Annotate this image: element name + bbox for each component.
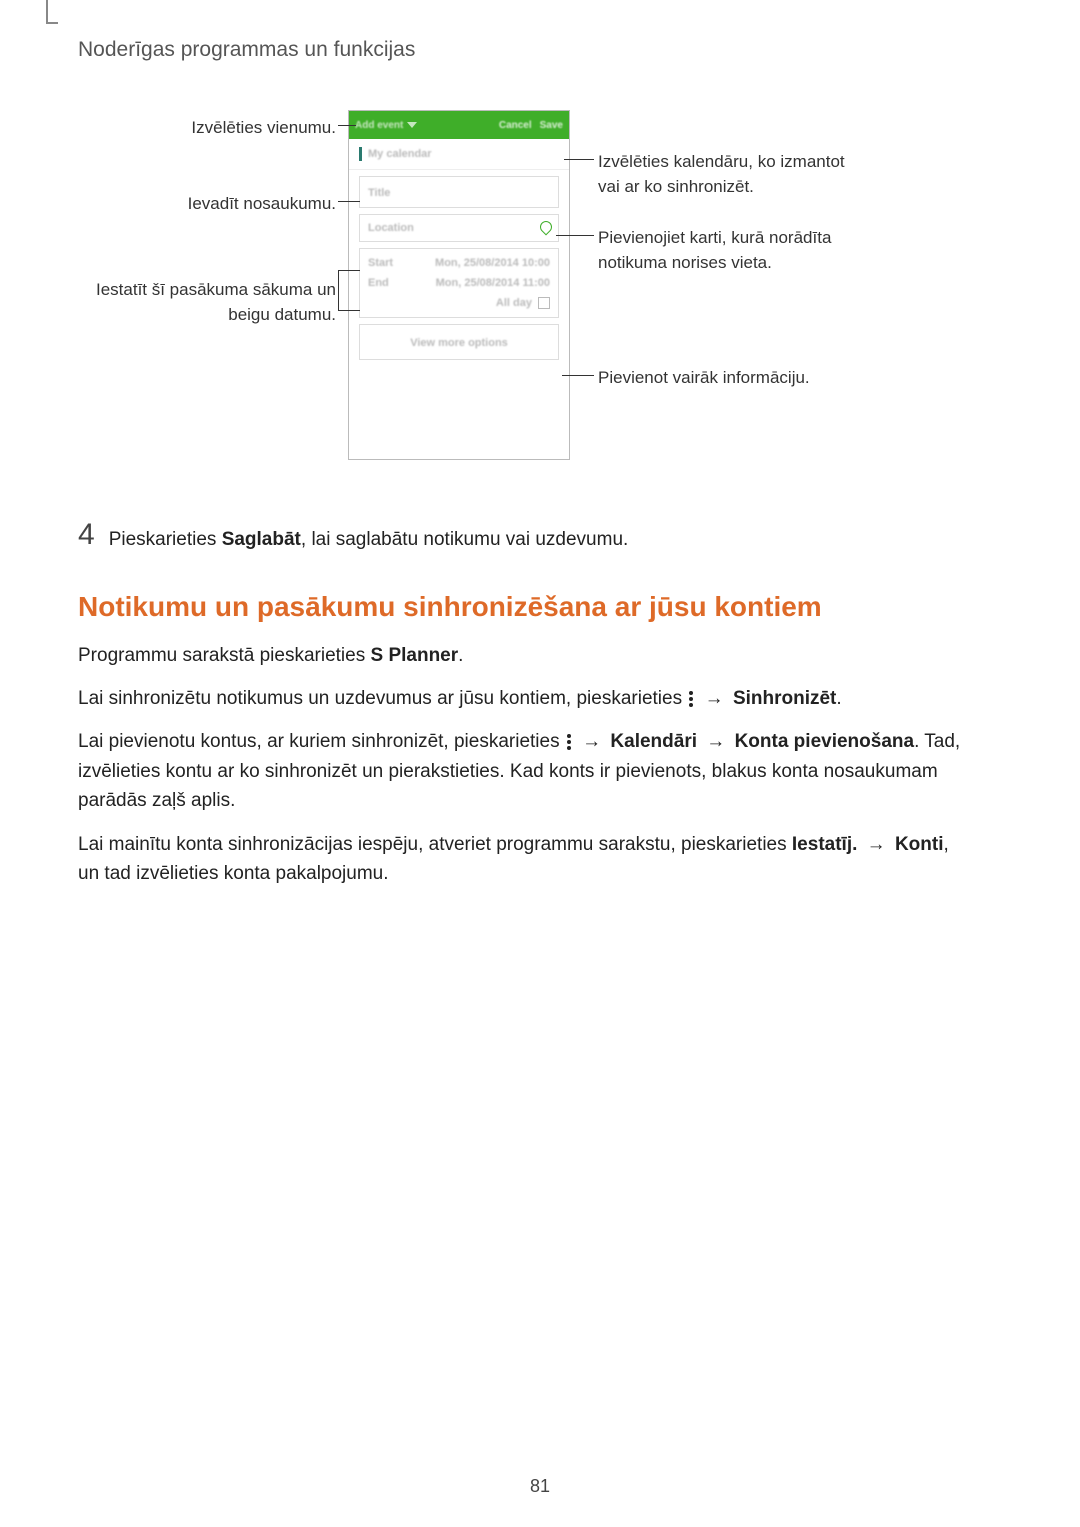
paragraph-4: Lai mainītu konta sinhronizācijas iespēj…	[78, 830, 968, 889]
callout-line	[338, 270, 339, 310]
callout-attach-map: Pievienojiet karti, kurā norādīta notiku…	[598, 226, 938, 275]
view-more-label: View more options	[410, 337, 508, 349]
cancel-label: Cancel	[499, 120, 532, 131]
callout-select-item: Izvēlēties vienumu.	[0, 116, 336, 141]
save-label: Save	[540, 120, 563, 131]
title-field: Title	[359, 176, 559, 208]
more-options-icon	[689, 691, 693, 707]
location-placeholder: Location	[368, 222, 414, 234]
phone-mockup: Add event Cancel Save My calendar Title …	[348, 110, 570, 460]
body-content: 4 Pieskarieties Saglabāt, lai saglabātu …	[78, 520, 968, 903]
page-number: 81	[0, 1476, 1080, 1497]
allday-label: All day	[496, 297, 532, 309]
callout-line	[338, 270, 360, 271]
step-4: 4 Pieskarieties Saglabāt, lai saglabātu …	[78, 520, 968, 555]
dates-block: Start Mon, 25/08/2014 10:00 End Mon, 25/…	[359, 248, 559, 318]
callout-line	[564, 159, 594, 160]
title-placeholder: Title	[368, 187, 390, 199]
step-text: Pieskarieties Saglabāt, lai saglabātu no…	[109, 520, 629, 555]
start-label: Start	[368, 257, 393, 269]
calendar-color-icon	[359, 147, 362, 161]
allday-checkbox	[538, 297, 550, 309]
start-value: Mon, 25/08/2014 10:00	[435, 257, 550, 269]
more-options-icon	[567, 734, 571, 750]
callout-select-calendar: Izvēlēties kalendāru, ko izmantot vai ar…	[598, 150, 938, 199]
callout-line	[338, 201, 360, 202]
paragraph-1: Programmu sarakstā pieskarieties S Plann…	[78, 641, 968, 670]
view-more-row: View more options	[359, 324, 559, 360]
page-corner-mark	[46, 0, 58, 24]
callout-add-more: Pievienot vairāk informāciju.	[598, 366, 938, 391]
callout-line	[562, 375, 594, 376]
callout-line	[338, 125, 356, 126]
phone-titlebar: Add event Cancel Save	[349, 111, 569, 139]
location-field: Location	[359, 214, 559, 242]
step-number: 4	[78, 520, 95, 550]
calendar-row: My calendar	[349, 139, 569, 170]
callout-enter-name: Ievadīt nosaukumu.	[0, 192, 336, 217]
my-calendar-label: My calendar	[368, 148, 432, 160]
paragraph-3: Lai pievienotu kontus, ar kuriem sinhron…	[78, 727, 968, 815]
end-value: Mon, 25/08/2014 11:00	[436, 277, 550, 289]
annotated-screenshot: Add event Cancel Save My calendar Title …	[0, 110, 1080, 470]
paragraph-2: Lai sinhronizētu notikumus un uzdevumus …	[78, 684, 968, 713]
page-header: Noderīgas programmas un funkcijas	[78, 38, 415, 62]
add-event-label: Add event	[355, 120, 403, 131]
location-pin-icon	[540, 221, 550, 235]
callout-line	[556, 235, 594, 236]
end-label: End	[368, 277, 389, 289]
callout-line	[338, 310, 360, 311]
callout-set-dates: Iestatīt šī pasākuma sākuma un beigu dat…	[0, 278, 336, 327]
section-heading: Notikumu un pasākumu sinhronizēšana ar j…	[78, 591, 968, 623]
dropdown-triangle-icon	[407, 122, 417, 128]
